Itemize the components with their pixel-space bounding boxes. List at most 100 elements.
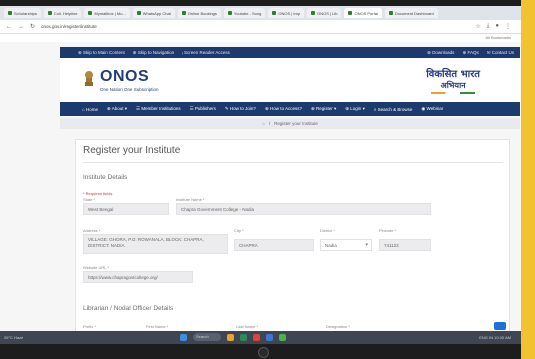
browser-tab-active[interactable]: ONOS Portal <box>344 8 382 18</box>
all-bookmarks-link[interactable]: All Bookmarks <box>485 35 511 40</box>
nav-register[interactable]: ⊕ Register ▾ <box>311 106 336 112</box>
screen-reader-link[interactable]: ᵢ Screen Reader Access <box>182 50 230 55</box>
address-bar: ← → ↻ onos.gov.in/register/institute ☆ ⤓… <box>0 20 521 34</box>
nav-search-browse[interactable]: ⌕ Search & Browse <box>374 107 413 112</box>
favicon-icon <box>311 11 316 15</box>
favicon-icon <box>388 11 393 15</box>
favicon-icon <box>47 11 52 15</box>
district-label: District * <box>320 228 335 233</box>
weather-widget[interactable]: 26°C Haze <box>4 335 23 340</box>
site-header: ONOS One Nation One Subscription विकसित … <box>60 58 520 102</box>
required-note: * Required fields <box>83 191 113 196</box>
menu-icon[interactable]: ⋮ <box>505 23 511 30</box>
registration-card: Register your Institute Institute Detail… <box>75 139 510 344</box>
nav-about[interactable]: ⊕ About ▾ <box>107 106 127 112</box>
back-icon[interactable]: ← <box>6 24 12 30</box>
browser-tab[interactable]: Document Dashboard <box>384 8 438 18</box>
taskbar-search[interactable]: Search <box>193 333 221 341</box>
browser-tab[interactable]: WhatsApp Chat <box>132 8 175 18</box>
breadcrumb-separator: / <box>268 121 271 126</box>
system-clock[interactable]: ENG IN 10:30 AM <box>479 335 511 340</box>
browser-tab[interactable]: Mymailbox | Mu... <box>84 8 130 18</box>
chrome-icon[interactable] <box>279 333 286 341</box>
store-icon[interactable] <box>253 333 260 341</box>
faqs-link[interactable]: ⊕ FAQs <box>462 50 478 56</box>
pincode-field[interactable]: 741123 <box>379 239 431 251</box>
nav-member-institutions[interactable]: ☰ Member Institutions <box>136 106 181 112</box>
favicon-icon <box>272 11 277 15</box>
address-label: Address * <box>83 228 101 233</box>
website-label: Website URL * <box>83 265 110 270</box>
nav-how-to-access[interactable]: ⊕ How to Access? <box>265 106 302 112</box>
yellow-border <box>521 0 535 359</box>
mail-icon[interactable] <box>266 333 273 341</box>
national-emblem-icon <box>85 71 93 86</box>
edge-icon[interactable] <box>240 333 247 341</box>
bookmarks-bar: All Bookmarks <box>0 34 521 42</box>
chat-button[interactable] <box>494 322 506 330</box>
browser-tab-bar: Scholarships Coll. Helpline Mymailbox | … <box>0 6 521 20</box>
star-icon[interactable]: ☆ <box>475 23 480 30</box>
url-field[interactable]: onos.gov.in/register/institute <box>41 24 97 29</box>
chevron-down-icon: ▾ <box>365 242 368 248</box>
district-value: Nadia <box>325 243 337 248</box>
skip-main-link[interactable]: ⊕ Skip to Main Content <box>78 50 125 56</box>
favicon-icon <box>136 11 141 15</box>
browser-tab[interactable]: ONOS | Imp <box>268 8 305 18</box>
downloads-link[interactable]: ⊕ Downloads <box>427 50 454 56</box>
city-label: City * <box>234 228 244 233</box>
logo-subtitle: One Nation One Subscription <box>100 87 159 92</box>
skip-nav-link[interactable]: ⊕ Skip to Navigation <box>133 50 174 56</box>
download-icon[interactable]: ⤓ <box>487 23 490 30</box>
nav-login[interactable]: ⊕ Login ▾ <box>345 106 365 112</box>
home-icon[interactable]: ⌂ <box>262 121 265 126</box>
designation-label: Designation * <box>326 324 350 329</box>
breadcrumb: ⌂ / Register your Institute <box>60 118 520 129</box>
browser-tab[interactable]: Coll. Helpline <box>43 8 82 18</box>
website-field[interactable]: https://www.chapragovtcollege.org/ <box>83 271 193 283</box>
breadcrumb-current: Register your Institute <box>274 121 318 126</box>
state-label: State * <box>83 197 96 202</box>
institute-details-heading: Institute Details <box>83 174 128 181</box>
browser-tab[interactable]: Scholarships <box>4 8 41 18</box>
favicon-icon <box>88 11 93 15</box>
screen: Scholarships Coll. Helpline Mymailbox | … <box>0 6 521 344</box>
first-name-label: First Name * <box>146 324 169 329</box>
main-navigation: ⌂ Home ⊕ About ▾ ☰ Member Institutions ☰… <box>60 102 520 116</box>
forward-icon[interactable]: → <box>18 24 24 30</box>
browser-tab[interactable]: ONOS | Lib <box>307 8 342 18</box>
city-field[interactable]: CHAPRA <box>234 239 314 251</box>
browser-tab[interactable]: Youtube - Song <box>223 8 266 18</box>
file-explorer-icon[interactable] <box>227 333 234 341</box>
main-content: Register your Institute Institute Detail… <box>60 129 520 344</box>
onos-logo[interactable]: ONOS <box>100 68 149 86</box>
librarian-details-heading: Librarian / Nodal Officer Details <box>83 305 174 312</box>
reload-icon[interactable]: ↻ <box>30 23 35 30</box>
favicon-icon <box>227 11 232 15</box>
district-select[interactable]: Nadia ▾ <box>320 239 372 251</box>
tricolor-bar <box>431 92 476 94</box>
nav-how-to-join[interactable]: ✎ How to Join? <box>225 106 256 112</box>
nav-home[interactable]: ⌂ Home <box>82 107 98 112</box>
state-field[interactable]: West Bengal <box>83 203 169 215</box>
page-title: Register your Institute <box>83 145 181 156</box>
pincode-label: Pincode * <box>379 228 397 233</box>
os-taskbar: 26°C Haze Search ENG IN 10:30 AM <box>0 331 521 344</box>
favicon-icon <box>181 11 186 15</box>
power-button-icon <box>258 347 269 358</box>
contact-link[interactable]: ✉ Contact Us <box>487 50 514 56</box>
nav-publishers[interactable]: ☰ Publishers <box>190 106 216 112</box>
favicon-icon <box>8 11 12 15</box>
institute-name-label: Institute Name * <box>176 197 205 202</box>
browser-tab[interactable]: Online Bookings <box>177 8 221 18</box>
nav-webinar[interactable]: ◉ Webinar <box>421 106 443 112</box>
start-icon[interactable] <box>180 333 187 341</box>
accessibility-strip: ⊕ Skip to Main Content ⊕ Skip to Navigat… <box>60 47 520 58</box>
viksit-bharat-logo: विकसित भारत अभियान <box>426 66 480 94</box>
address-field[interactable]: VILLAGE: GHORA, P.O: ROWANALA, BLOCK: CH… <box>83 234 228 254</box>
divider <box>83 162 503 163</box>
institute-name-field[interactable]: Chapra Government College - Nadia <box>176 203 431 215</box>
favicon-icon <box>348 11 353 15</box>
profile-icon[interactable]: ● <box>495 23 499 30</box>
last-name-label: Last Name * <box>236 324 259 329</box>
